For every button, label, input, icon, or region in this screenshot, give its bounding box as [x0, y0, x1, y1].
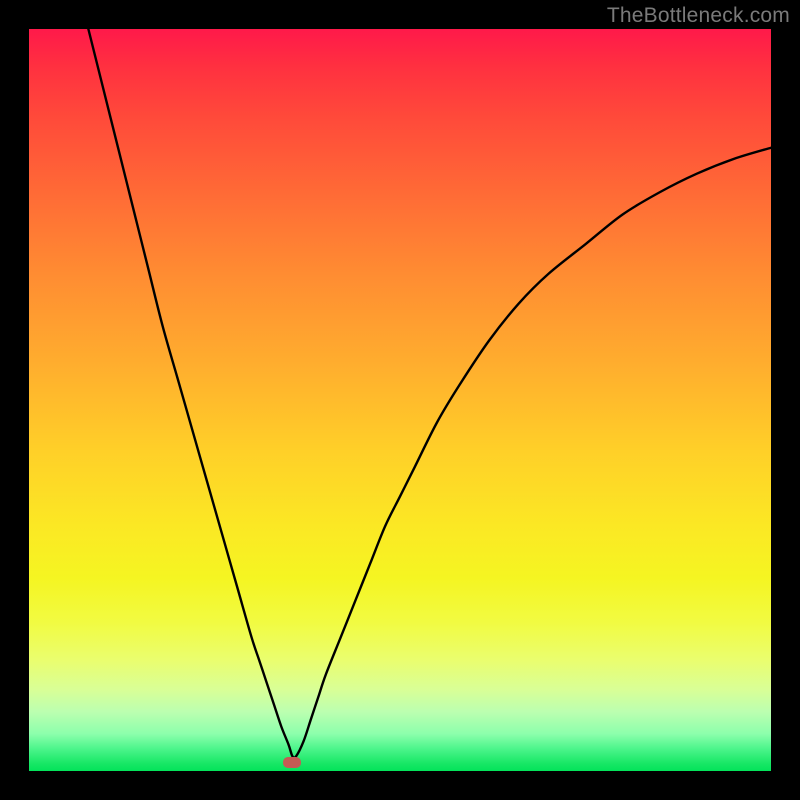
chart-frame: TheBottleneck.com: [0, 0, 800, 800]
curve-svg: [29, 29, 771, 771]
watermark-text: TheBottleneck.com: [607, 4, 790, 28]
bottleneck-curve: [88, 29, 771, 758]
minimum-marker: [283, 757, 301, 768]
plot-area: [29, 29, 771, 771]
